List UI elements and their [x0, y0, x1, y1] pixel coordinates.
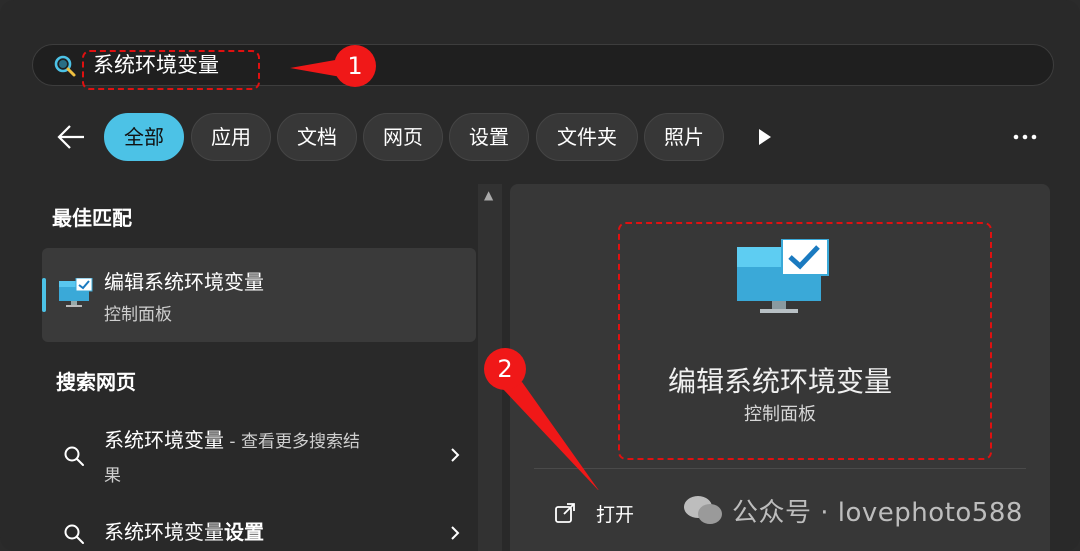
wechat-icon [684, 496, 722, 524]
filter-photos[interactable]: 照片 [644, 113, 724, 161]
filter-web[interactable]: 网页 [363, 113, 443, 161]
best-match-subtitle: 控制面板 [104, 305, 172, 325]
chevron-right-icon[interactable] [448, 446, 462, 464]
scroll-up-icon[interactable]: ▲ [484, 188, 493, 202]
selection-indicator [42, 278, 46, 312]
web-result-row[interactable]: 系统环境变量 - 查看更多搜索结 果 [42, 424, 476, 494]
best-match-item[interactable]: 编辑系统环境变量 控制面板 [42, 248, 476, 342]
more-options-icon[interactable] [1010, 126, 1040, 148]
web-result-suffix: - 查看更多搜索结 [224, 432, 360, 452]
back-arrow-icon[interactable] [54, 120, 90, 154]
filter-all[interactable]: 全部 [104, 113, 184, 161]
scroll-filters-right-icon[interactable] [755, 126, 775, 148]
open-action[interactable]: 打开 [596, 500, 634, 527]
best-match-heading: 最佳匹配 [52, 206, 132, 230]
filter-settings[interactable]: 设置 [449, 113, 529, 161]
annotation-box-search [82, 50, 260, 90]
web-result-text: 系统环境变量 - 查看更多搜索结 果 [104, 424, 360, 492]
filter-documents[interactable]: 文档 [277, 113, 357, 161]
annotation-marker-2: 2 [484, 348, 526, 390]
web-result-bold: 设置 [224, 520, 264, 544]
annotation-box-detail [618, 222, 992, 460]
watermark-text: 公众号 · lovephoto588 [732, 498, 1023, 528]
search-icon [54, 55, 76, 77]
chevron-right-icon[interactable] [448, 524, 462, 542]
filter-apps[interactable]: 应用 [191, 113, 271, 161]
web-result-row[interactable]: 系统环境变量设置 [42, 516, 476, 551]
web-result-query: 系统环境变量 [104, 428, 224, 452]
web-result-query: 系统环境变量 [104, 520, 224, 544]
annotation-arrow-2 [502, 382, 599, 490]
system-properties-icon [59, 278, 93, 307]
web-result-text: 系统环境变量设置 [104, 516, 264, 548]
web-result-suffix-wrap: 果 [104, 466, 121, 486]
search-icon [64, 446, 84, 466]
annotation-marker-1: 1 [334, 45, 376, 87]
web-search-heading: 搜索网页 [56, 370, 136, 394]
filter-folders[interactable]: 文件夹 [536, 113, 638, 161]
open-external-icon[interactable] [554, 502, 576, 524]
start-search-window: 系统环境变量 1 全部 应用 文档 网页 设置 文件夹 照片 最佳匹配 编辑系统… [0, 0, 1080, 551]
best-match-title: 编辑系统环境变量 [104, 270, 264, 294]
search-icon [64, 524, 84, 544]
